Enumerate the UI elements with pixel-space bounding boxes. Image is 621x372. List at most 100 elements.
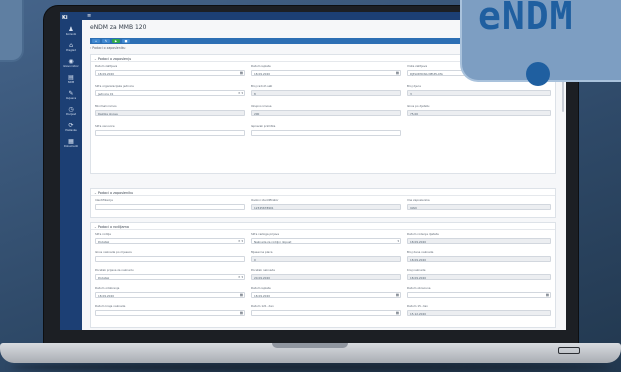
date-input[interactable]: ▦ [95,309,245,316]
readonly-input: 3 [407,89,551,96]
field-value: Naknada za rodiljni dopust [254,239,292,244]
field-datum-121: Datum 121. dan ▦ [251,304,401,316]
field-value: Podatak [98,239,110,244]
menu-icon[interactable]: ≡ [87,13,91,19]
field-label: Ime zaposlenika [407,198,430,202]
breadcrumb-label: Podaci o zaposleniku [92,46,126,50]
pencil-icon: ✎ [68,90,74,97]
field-datum-isplate: Datum isplate 18.09.2020 ▦ [251,64,401,76]
field-broj-djece: Broj djece 3 [407,84,551,96]
text-input[interactable] [95,203,245,210]
field-label: Broj dana naknade [407,250,434,254]
field-pocetak-prijava: Pocetak prijava za naknadu Podatak ✕ ▾ [95,268,245,280]
field-label: Sifra organizacijske jedinice [95,84,134,88]
field-org-jedinica: Sifra organizacijske jedinice Jedinica 01… [95,84,245,96]
edit-button[interactable]: ✎ [102,39,110,43]
sidebar-item-label: Glavni izbor [63,65,79,68]
field-identifikacija: Identifikacija [95,198,245,210]
calendar-icon[interactable]: ▦ [240,71,243,75]
sidebar-item-korisnik[interactable]: ♟ Korisnik [60,26,82,36]
sidebar-item-glavni-izbor[interactable]: ◉ Glavni izbor [60,58,82,68]
chevron-down-icon: ⌄ [94,56,97,61]
field-ispravak: Ispravak primitka [251,124,401,136]
field-datum-rodenja: Datum rodenja djeteta 18.09.2020 [407,232,551,244]
field-label: Ukupno iznosa [251,104,272,108]
user-icon: ♟ [68,26,74,33]
date-input[interactable]: 18.09.2020 ▦ [95,291,245,298]
laptop-notch [272,343,348,348]
sidebar-item-dokumenti[interactable]: ▦ Dokumenti [60,138,82,148]
sidebar-item-povijest[interactable]: ◷ Povijest [60,106,82,116]
field-label: Iznos naknade po mjesecu [95,250,133,254]
date-input[interactable]: ▦ [251,309,401,316]
sidebar-item-label: Postavke [65,129,77,132]
readonly-input: Razlika iznosa [95,109,245,116]
list-icon: ▤ [68,74,74,81]
field-label: Kraj naknade [407,268,426,272]
readonly-input: 8 [251,89,401,96]
field-value: 18.09.2020 [98,71,115,76]
select-input[interactable]: Podatak ✕ ▾ [95,273,245,280]
field-label: Datum odobrenja [95,286,120,290]
text-input[interactable] [95,255,245,262]
calendar-icon[interactable]: ▦ [240,293,243,297]
section-zaposlenik: ⌄Podaci o zaposleniku Identifikacija Oso… [90,188,556,218]
field-label: Datum 15. dan [407,304,428,308]
field-label: Datum zahtjeva [95,64,118,68]
field-value: Razlika iznosa [98,111,118,116]
text-input[interactable] [95,129,245,136]
calendar-icon[interactable]: ▦ [396,293,399,297]
field-datum-obracuna: Datum obracuna ▦ [407,286,551,298]
calendar-icon[interactable]: ▦ [546,293,549,297]
field-datum-isplate-2: Datum isplate 18.09.2020 ▦ [251,286,401,298]
date-input[interactable]: 18.09.2020 ▦ [95,69,245,76]
readonly-input: 200 [251,109,401,116]
field-value: Jedinica 01 [98,91,114,96]
field-value: 8 [254,91,256,96]
field-ime-zaposlenika: Ime zaposlenika IVAN [407,198,551,210]
run-button[interactable]: ▶ [112,39,120,43]
select-input[interactable]: Podatak ✕ ▾ [95,237,245,244]
text-input[interactable] [251,129,401,136]
field-value: 12345678901 [254,205,274,210]
field-value: 20.09.2020 [254,275,271,280]
field-value: 18.09.2020 [410,275,427,280]
select-input[interactable]: Naknada za rodiljni dopust ▾ [251,237,401,244]
sidebar: Ki ♟ Korisnik ⌂ Pregled ◉ Glavni izbor ▤… [60,12,82,330]
field-value: DJELOMICNA NEUPLATA [410,71,443,76]
section-header[interactable]: ⌄Podaci o zaposleniku [91,189,555,196]
field-label: Datum kraja naknade [95,304,126,308]
field-value: 15.12.2020 [410,311,427,316]
field-label: Datum obracuna [407,286,431,290]
date-input[interactable]: 18.09.2020 ▦ [251,69,401,76]
stop-button[interactable]: ■ [122,39,130,43]
sidebar-item-pregled[interactable]: ⌂ Pregled [60,42,82,52]
field-razlog-prijave: Sifra razloga prijave Naknada za rodiljni… [251,232,401,244]
sidebar-item-label: Izvjesca [65,97,77,100]
date-input[interactable]: 18.09.2020 ▦ [251,291,401,298]
date-input[interactable]: ▦ [407,291,551,298]
field-label: Sifra razloga prijave [251,232,280,236]
target-icon: ◉ [68,58,74,65]
calendar-icon[interactable]: ▦ [240,311,243,315]
sidebar-item-izvjesca[interactable]: ✎ Izvjesca [60,90,82,100]
calendar-icon[interactable]: ▦ [396,71,399,75]
sidebar-item-label: Pregled [66,49,76,52]
sidebar-item-ndm[interactable]: ▤ NDM [60,74,82,84]
field-label: Sifra osnovice [95,124,115,128]
field-kraj-naknade: Kraj naknade 18.09.2020 [407,268,551,280]
field-label: Iznos po djetetu [407,104,430,108]
add-button[interactable]: + [92,39,100,43]
field-broj-dana: Broj dana naknade 18.09.2020 [407,250,551,262]
breadcrumb: › Podaci o zaposleniku [90,46,125,50]
app-logo[interactable]: Ki [62,15,68,21]
calendar-icon[interactable]: ▦ [396,311,399,315]
field-sifra-osnovice: Sifra osnovice [95,124,245,136]
sidebar-item-label: Dokumenti [63,145,79,148]
field-label: Pocetak prijava za naknadu [95,268,134,272]
field-label: Broj djece [407,84,421,88]
section-header[interactable]: ⌄Podaci o rodiljama [91,223,555,230]
sidebar-item-postavke[interactable]: ⟳ Postavke [60,122,82,132]
sidebar-item-label: Korisnik [65,33,77,36]
select-input[interactable]: Jedinica 01 ✕ ▾ [95,89,245,96]
